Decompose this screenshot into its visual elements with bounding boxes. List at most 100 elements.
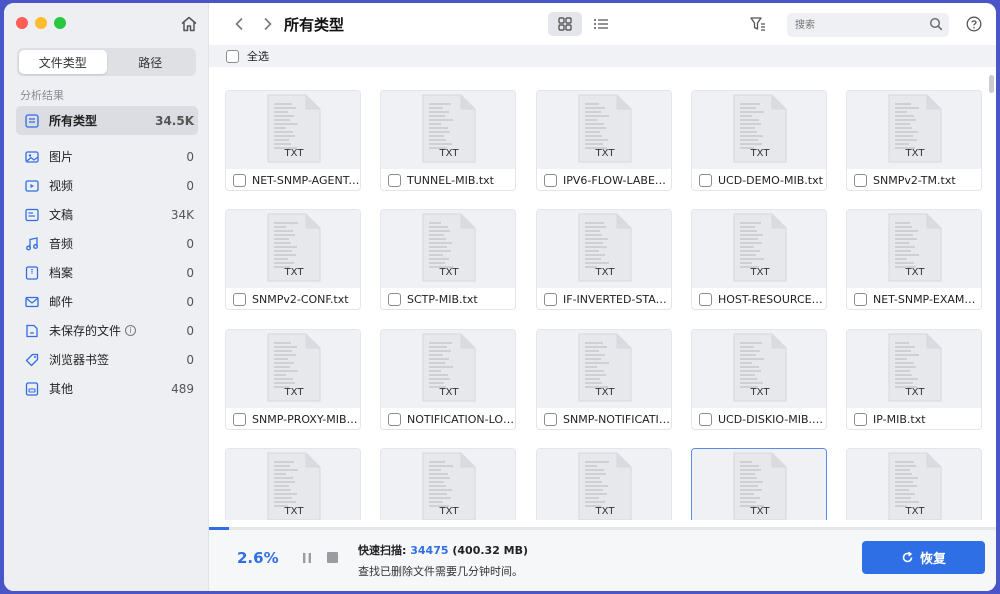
file-name: IP-MIB.txt	[873, 412, 926, 426]
category-label: 视频	[49, 179, 74, 193]
status-bar: 2.6% 快速扫描: 34475 (400.32 MB) 查找已删除文件需要几分…	[209, 530, 996, 591]
file-card[interactable]: TXT SNMPv2-CONF.txt	[225, 209, 361, 310]
select-all-checkbox[interactable]	[226, 49, 239, 63]
text-file-icon: TXT	[733, 213, 787, 282]
file-checkbox[interactable]	[233, 173, 246, 187]
file-card[interactable]: TXT	[691, 448, 827, 520]
scan-percent: 2.6%	[237, 549, 279, 567]
zoom-button[interactable]	[54, 17, 66, 29]
other-icon	[24, 381, 40, 397]
file-checkbox[interactable]	[388, 412, 401, 426]
category-documents[interactable]: 文稿 34K	[16, 200, 198, 229]
grid-view-button[interactable]	[548, 12, 582, 36]
category-audio[interactable]: 音频 0	[16, 229, 198, 258]
file-checkbox[interactable]	[854, 173, 867, 187]
filter-icon[interactable]	[749, 15, 767, 33]
file-type-label: TXT	[284, 506, 305, 517]
file-checkbox[interactable]	[233, 412, 246, 426]
minimize-button[interactable]	[35, 17, 47, 29]
file-type-label: TXT	[595, 506, 616, 517]
file-card[interactable]: TXT UCD-DISKIO-MIB.txt	[691, 329, 827, 430]
file-card[interactable]: TXT SNMP-NOTIFICATION-MIB.txt	[536, 329, 672, 430]
category-other[interactable]: 其他 489	[16, 374, 198, 403]
search-icon[interactable]	[929, 17, 943, 31]
list-view-button[interactable]	[584, 12, 618, 36]
file-card[interactable]: TXT	[225, 448, 361, 520]
file-card[interactable]: TXT SNMPv2-TM.txt	[846, 90, 982, 191]
category-count: 0	[186, 323, 194, 338]
back-icon[interactable]	[231, 15, 249, 33]
file-name: TUNNEL-MIB.txt	[407, 173, 494, 187]
file-thumbnail: TXT	[692, 449, 826, 520]
text-file-icon: TXT	[888, 452, 942, 520]
file-card[interactable]: TXT SNMP-PROXY-MIB.txt	[225, 329, 361, 430]
file-checkbox[interactable]	[699, 292, 712, 306]
pause-icon[interactable]	[301, 551, 313, 565]
category-label: 文稿	[49, 208, 74, 222]
category-mail[interactable]: 邮件 0	[16, 287, 198, 316]
file-checkbox[interactable]	[388, 173, 401, 187]
file-name: SCTP-MIB.txt	[407, 292, 478, 306]
category-browser-bookmarks[interactable]: 浏览器书签 0	[16, 345, 198, 374]
app-window: 文件类型 路径 分析结果 所有类型 34.5K 图片 0 视频 0 文稿 34K…	[4, 3, 996, 591]
file-type-label: TXT	[750, 506, 771, 517]
file-card-footer: UCD-DISKIO-MIB.txt	[692, 408, 826, 429]
file-card[interactable]: TXT NOTIFICATION-LOG-MIB.txt	[380, 329, 516, 430]
file-type-label: TXT	[284, 387, 305, 398]
file-type-label: TXT	[439, 387, 460, 398]
file-checkbox[interactable]	[854, 412, 867, 426]
home-icon[interactable]	[179, 14, 199, 34]
file-card[interactable]: TXT	[380, 448, 516, 520]
category-all-types[interactable]: 所有类型 34.5K	[16, 106, 198, 135]
info-icon[interactable]: i	[125, 325, 137, 336]
grid-scrollbar[interactable]	[989, 75, 994, 93]
files-icon	[24, 113, 40, 129]
tab-file-type[interactable]: 文件类型	[19, 50, 107, 74]
file-card[interactable]: TXT IP-MIB.txt	[846, 329, 982, 430]
text-file-icon: TXT	[888, 333, 942, 402]
file-checkbox[interactable]	[233, 292, 246, 306]
bookmark-tag-icon	[24, 352, 40, 368]
file-card[interactable]: TXT NET-SNMP-AGENT-MIB.txt	[225, 90, 361, 191]
file-card[interactable]: TXT IF-INVERTED-STACK-MIB.txt	[536, 209, 672, 310]
file-checkbox[interactable]	[854, 292, 867, 306]
file-thumbnail: TXT	[847, 91, 981, 169]
file-card[interactable]: TXT NET-SNMP-EXAMPLES-MIB.txt	[846, 209, 982, 310]
file-checkbox[interactable]	[699, 173, 712, 187]
close-button[interactable]	[16, 17, 28, 29]
category-archives[interactable]: 档案 0	[16, 258, 198, 287]
category-count: 0	[186, 294, 194, 309]
tab-path[interactable]: 路径	[107, 50, 195, 74]
file-type-label: TXT	[595, 267, 616, 278]
file-card[interactable]: TXT SCTP-MIB.txt	[380, 209, 516, 310]
file-name: SNMP-PROXY-MIB.txt	[252, 412, 360, 426]
category-images[interactable]: 图片 0	[16, 142, 198, 171]
search-input[interactable]	[787, 13, 949, 37]
archive-icon	[24, 265, 40, 281]
file-thumbnail: TXT	[537, 330, 671, 408]
file-card[interactable]: TXT UCD-DEMO-MIB.txt	[691, 90, 827, 191]
file-card[interactable]: TXT IPV6-FLOW-LABEL-MIB.txt	[536, 90, 672, 191]
file-card[interactable]: TXT	[536, 448, 672, 520]
file-checkbox[interactable]	[699, 412, 712, 426]
forward-icon[interactable]	[258, 15, 276, 33]
file-card-footer: NET-SNMP-EXAMPLES-MIB.txt	[847, 288, 981, 309]
file-card-footer: HOST-RESOURCES-MIB.txt	[692, 288, 826, 309]
file-checkbox[interactable]	[544, 173, 557, 187]
file-card[interactable]: TXT HOST-RESOURCES-MIB.txt	[691, 209, 827, 310]
stop-icon[interactable]	[327, 552, 338, 563]
file-checkbox[interactable]	[544, 292, 557, 306]
video-icon	[24, 178, 40, 194]
file-type-label: TXT	[439, 267, 460, 278]
recover-button[interactable]: 恢复	[862, 541, 985, 574]
file-checkbox[interactable]	[388, 292, 401, 306]
file-card[interactable]: TXT	[846, 448, 982, 520]
file-card[interactable]: TXT TUNNEL-MIB.txt	[380, 90, 516, 191]
file-checkbox[interactable]	[544, 412, 557, 426]
text-file-icon: TXT	[267, 94, 321, 163]
file-thumbnail: TXT	[847, 330, 981, 408]
category-unsaved-files[interactable]: 未保存的文件 i 0	[16, 316, 198, 345]
category-label: 所有类型	[49, 114, 98, 128]
help-icon[interactable]	[966, 16, 982, 32]
category-videos[interactable]: 视频 0	[16, 171, 198, 200]
